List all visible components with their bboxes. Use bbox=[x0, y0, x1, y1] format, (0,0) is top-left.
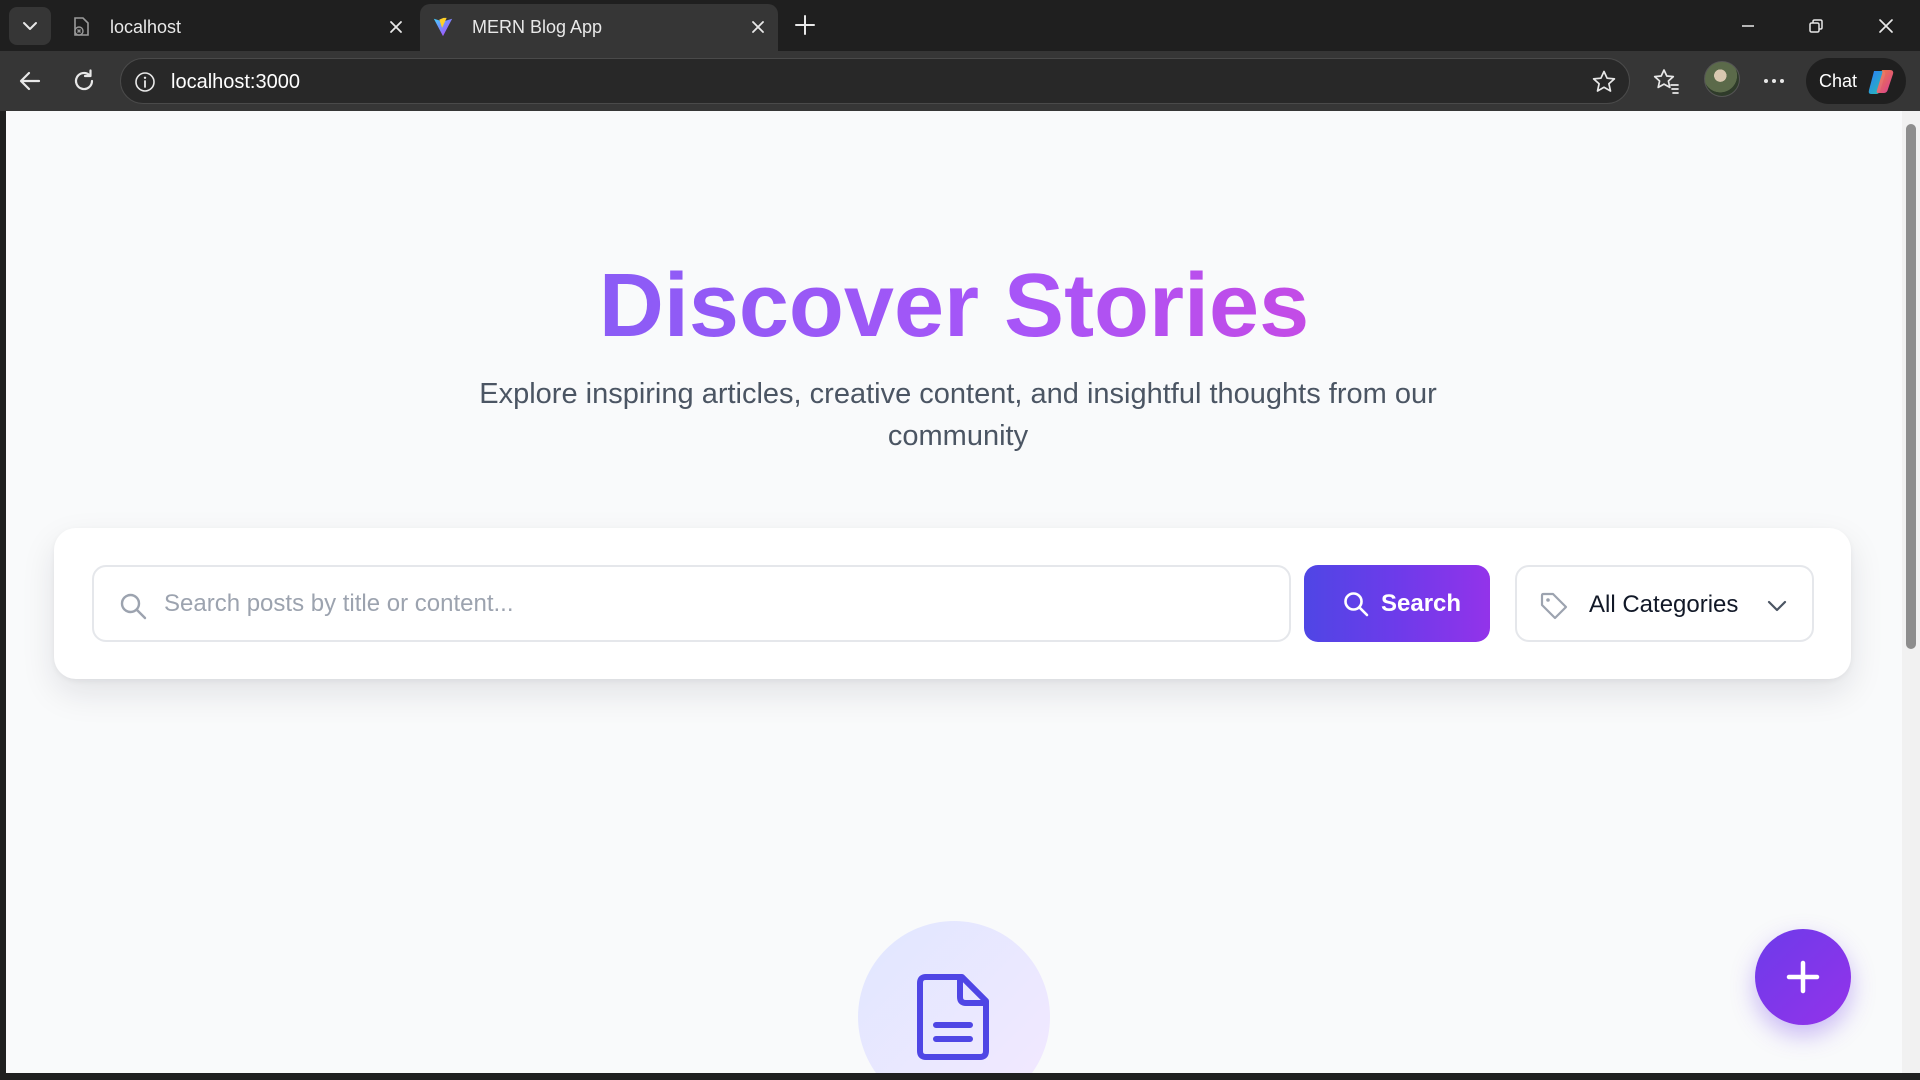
new-tab-button[interactable] bbox=[788, 8, 822, 42]
chevron-down-icon bbox=[23, 22, 37, 30]
star-icon bbox=[1592, 70, 1616, 92]
chevron-down-icon bbox=[1767, 600, 1787, 612]
arrow-left-icon bbox=[19, 71, 41, 91]
window-bottom-edge bbox=[0, 1073, 1920, 1080]
search-filter-card: Search All Categories bbox=[54, 528, 1851, 679]
page-viewport: Discover Stories Explore inspiring artic… bbox=[6, 111, 1902, 1073]
restore-button[interactable] bbox=[1782, 0, 1850, 51]
close-icon bbox=[752, 21, 764, 33]
search-icon bbox=[1344, 592, 1369, 617]
search-field[interactable] bbox=[92, 565, 1291, 642]
search-icon bbox=[120, 593, 147, 620]
search-button[interactable]: Search bbox=[1304, 565, 1490, 642]
chat-label: Chat bbox=[1819, 71, 1858, 91]
document-icon bbox=[917, 974, 989, 1060]
empty-state-illustration bbox=[858, 921, 1050, 1073]
tab-mern-blog-app[interactable]: MERN Blog App bbox=[420, 4, 778, 51]
plus-icon bbox=[1786, 960, 1820, 994]
back-button[interactable] bbox=[10, 61, 50, 101]
hero-title: Discover Stories bbox=[598, 256, 1310, 356]
tab-close-button[interactable] bbox=[384, 15, 408, 39]
minimize-icon bbox=[1742, 24, 1754, 27]
tab-title: localhost bbox=[110, 17, 182, 37]
page-error-icon bbox=[70, 16, 92, 38]
hero-subtitle: Explore inspiring articles, creative con… bbox=[479, 378, 1437, 452]
settings-more-button[interactable] bbox=[1754, 61, 1794, 101]
minimize-button[interactable] bbox=[1714, 0, 1782, 51]
tab-localhost[interactable]: localhost bbox=[58, 4, 416, 51]
search-input[interactable] bbox=[164, 587, 1264, 621]
close-window-button[interactable] bbox=[1852, 0, 1920, 51]
browser-tab-bar: localhost MERN Blog App bbox=[0, 0, 1920, 51]
address-bar[interactable]: localhost:3000 bbox=[120, 58, 1630, 104]
vite-logo-icon bbox=[432, 16, 454, 38]
scrollbar-thumb[interactable] bbox=[1906, 124, 1916, 649]
create-post-fab[interactable] bbox=[1755, 929, 1851, 1025]
category-select[interactable]: All Categories bbox=[1515, 565, 1814, 642]
favorite-star-button[interactable] bbox=[1591, 69, 1617, 95]
reload-icon bbox=[74, 69, 94, 91]
close-icon bbox=[1879, 18, 1893, 33]
restore-icon bbox=[1809, 18, 1823, 33]
tab-title: MERN Blog App bbox=[472, 17, 603, 37]
copilot-chat-button[interactable]: Chat bbox=[1806, 58, 1906, 104]
favorites-button[interactable] bbox=[1646, 61, 1686, 101]
address-url: localhost:3000 bbox=[171, 71, 300, 93]
profile-avatar[interactable] bbox=[1704, 61, 1740, 97]
search-button-label: Search bbox=[1381, 590, 1462, 617]
category-selected-value: All Categories bbox=[1589, 591, 1739, 618]
favorites-star-list-icon bbox=[1653, 69, 1679, 94]
tab-actions-menu-button[interactable] bbox=[9, 7, 51, 45]
tag-icon bbox=[1540, 592, 1568, 620]
plus-icon bbox=[795, 15, 815, 35]
browser-toolbar: localhost:3000 Chat bbox=[0, 51, 1920, 111]
site-info-icon[interactable] bbox=[133, 70, 157, 94]
tab-close-button[interactable] bbox=[746, 15, 770, 39]
reload-button[interactable] bbox=[64, 61, 104, 101]
more-horizontal-icon bbox=[1764, 79, 1784, 83]
page-scrollbar[interactable] bbox=[1902, 111, 1920, 1073]
close-icon bbox=[390, 21, 402, 33]
copilot-icon bbox=[1868, 70, 1894, 94]
